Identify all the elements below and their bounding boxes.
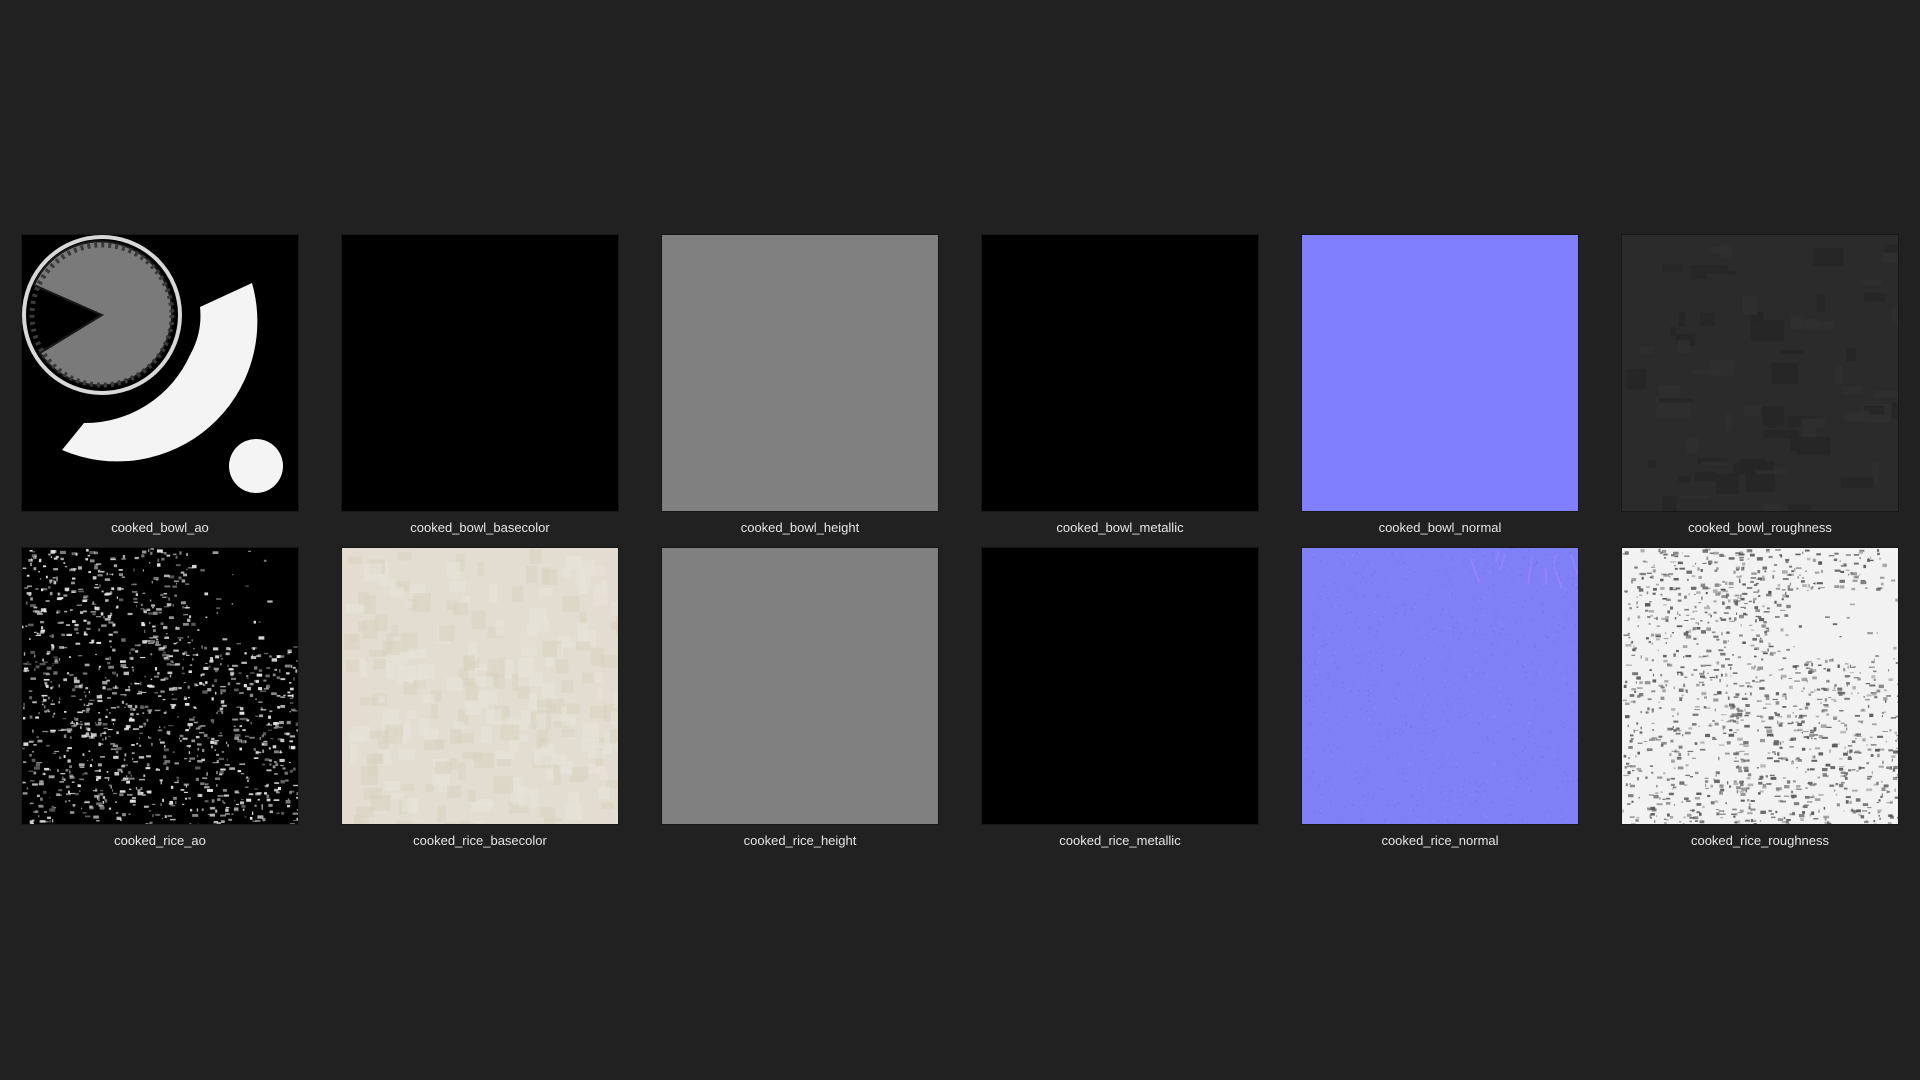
texture-item[interactable]: cooked_bowl_roughness <box>1622 235 1898 536</box>
texture-filename: cooked_bowl_metallic <box>1056 520 1184 535</box>
texture-item[interactable]: cooked_rice_height <box>662 548 938 849</box>
texture-item[interactable]: cooked_bowl_height <box>662 235 938 536</box>
texture-item[interactable]: cooked_rice_basecolor <box>342 548 618 849</box>
texture-preview-image <box>662 235 938 511</box>
texture-thumbnail[interactable] <box>1302 235 1578 511</box>
texture-item[interactable]: cooked_bowl_metallic <box>982 235 1258 536</box>
texture-preview-image <box>342 235 618 511</box>
texture-filename: cooked_bowl_basecolor <box>410 520 550 535</box>
texture-filename: cooked_bowl_roughness <box>1688 520 1832 535</box>
texture-thumbnail[interactable] <box>342 235 618 511</box>
texture-preview-image <box>22 548 298 824</box>
texture-item[interactable]: cooked_rice_metallic <box>982 548 1258 849</box>
texture-filename: cooked_bowl_height <box>740 520 860 535</box>
texture-item[interactable]: cooked_bowl_normal <box>1302 235 1578 536</box>
texture-item[interactable]: cooked_rice_normal <box>1302 548 1578 849</box>
texture-thumbnail[interactable] <box>662 235 938 511</box>
texture-thumbnail[interactable] <box>982 548 1258 824</box>
texture-thumbnail[interactable] <box>342 548 618 824</box>
texture-thumbnail[interactable] <box>982 235 1258 511</box>
texture-thumbnail[interactable] <box>1302 548 1578 824</box>
texture-preview-image <box>982 235 1258 511</box>
texture-preview-image <box>1302 548 1578 824</box>
texture-gallery: cooked_bowl_ao cooked_bowl_basecolor cooke… <box>0 0 1920 1080</box>
texture-filename: cooked_rice_ao <box>114 833 206 848</box>
texture-filename: cooked_rice_roughness <box>1690 833 1830 848</box>
texture-item[interactable]: cooked_rice_ao <box>22 548 298 849</box>
texture-item[interactable]: cooked_rice_roughness <box>1622 548 1898 849</box>
texture-thumbnail[interactable] <box>662 548 938 824</box>
texture-thumbnail[interactable] <box>22 235 298 511</box>
texture-preview-image <box>1622 235 1898 511</box>
texture-item[interactable]: cooked_bowl_ao <box>22 235 298 536</box>
texture-filename: cooked_bowl_normal <box>1378 520 1502 535</box>
texture-preview-image <box>1622 548 1898 824</box>
texture-preview-image <box>982 548 1258 824</box>
texture-preview-image <box>22 235 298 511</box>
texture-thumbnail[interactable] <box>1622 548 1898 824</box>
texture-filename: cooked_rice_normal <box>1381 833 1499 848</box>
texture-preview-image <box>1302 235 1578 511</box>
texture-filename: cooked_rice_height <box>743 833 857 848</box>
texture-filename: cooked_rice_basecolor <box>413 833 547 848</box>
texture-filename: cooked_bowl_ao <box>111 520 209 535</box>
texture-preview-image <box>342 548 618 824</box>
texture-thumbnail[interactable] <box>1622 235 1898 511</box>
texture-preview-image <box>662 548 938 824</box>
texture-filename: cooked_rice_metallic <box>1059 833 1181 848</box>
texture-thumbnail[interactable] <box>22 548 298 824</box>
texture-item[interactable]: cooked_bowl_basecolor <box>342 235 618 536</box>
